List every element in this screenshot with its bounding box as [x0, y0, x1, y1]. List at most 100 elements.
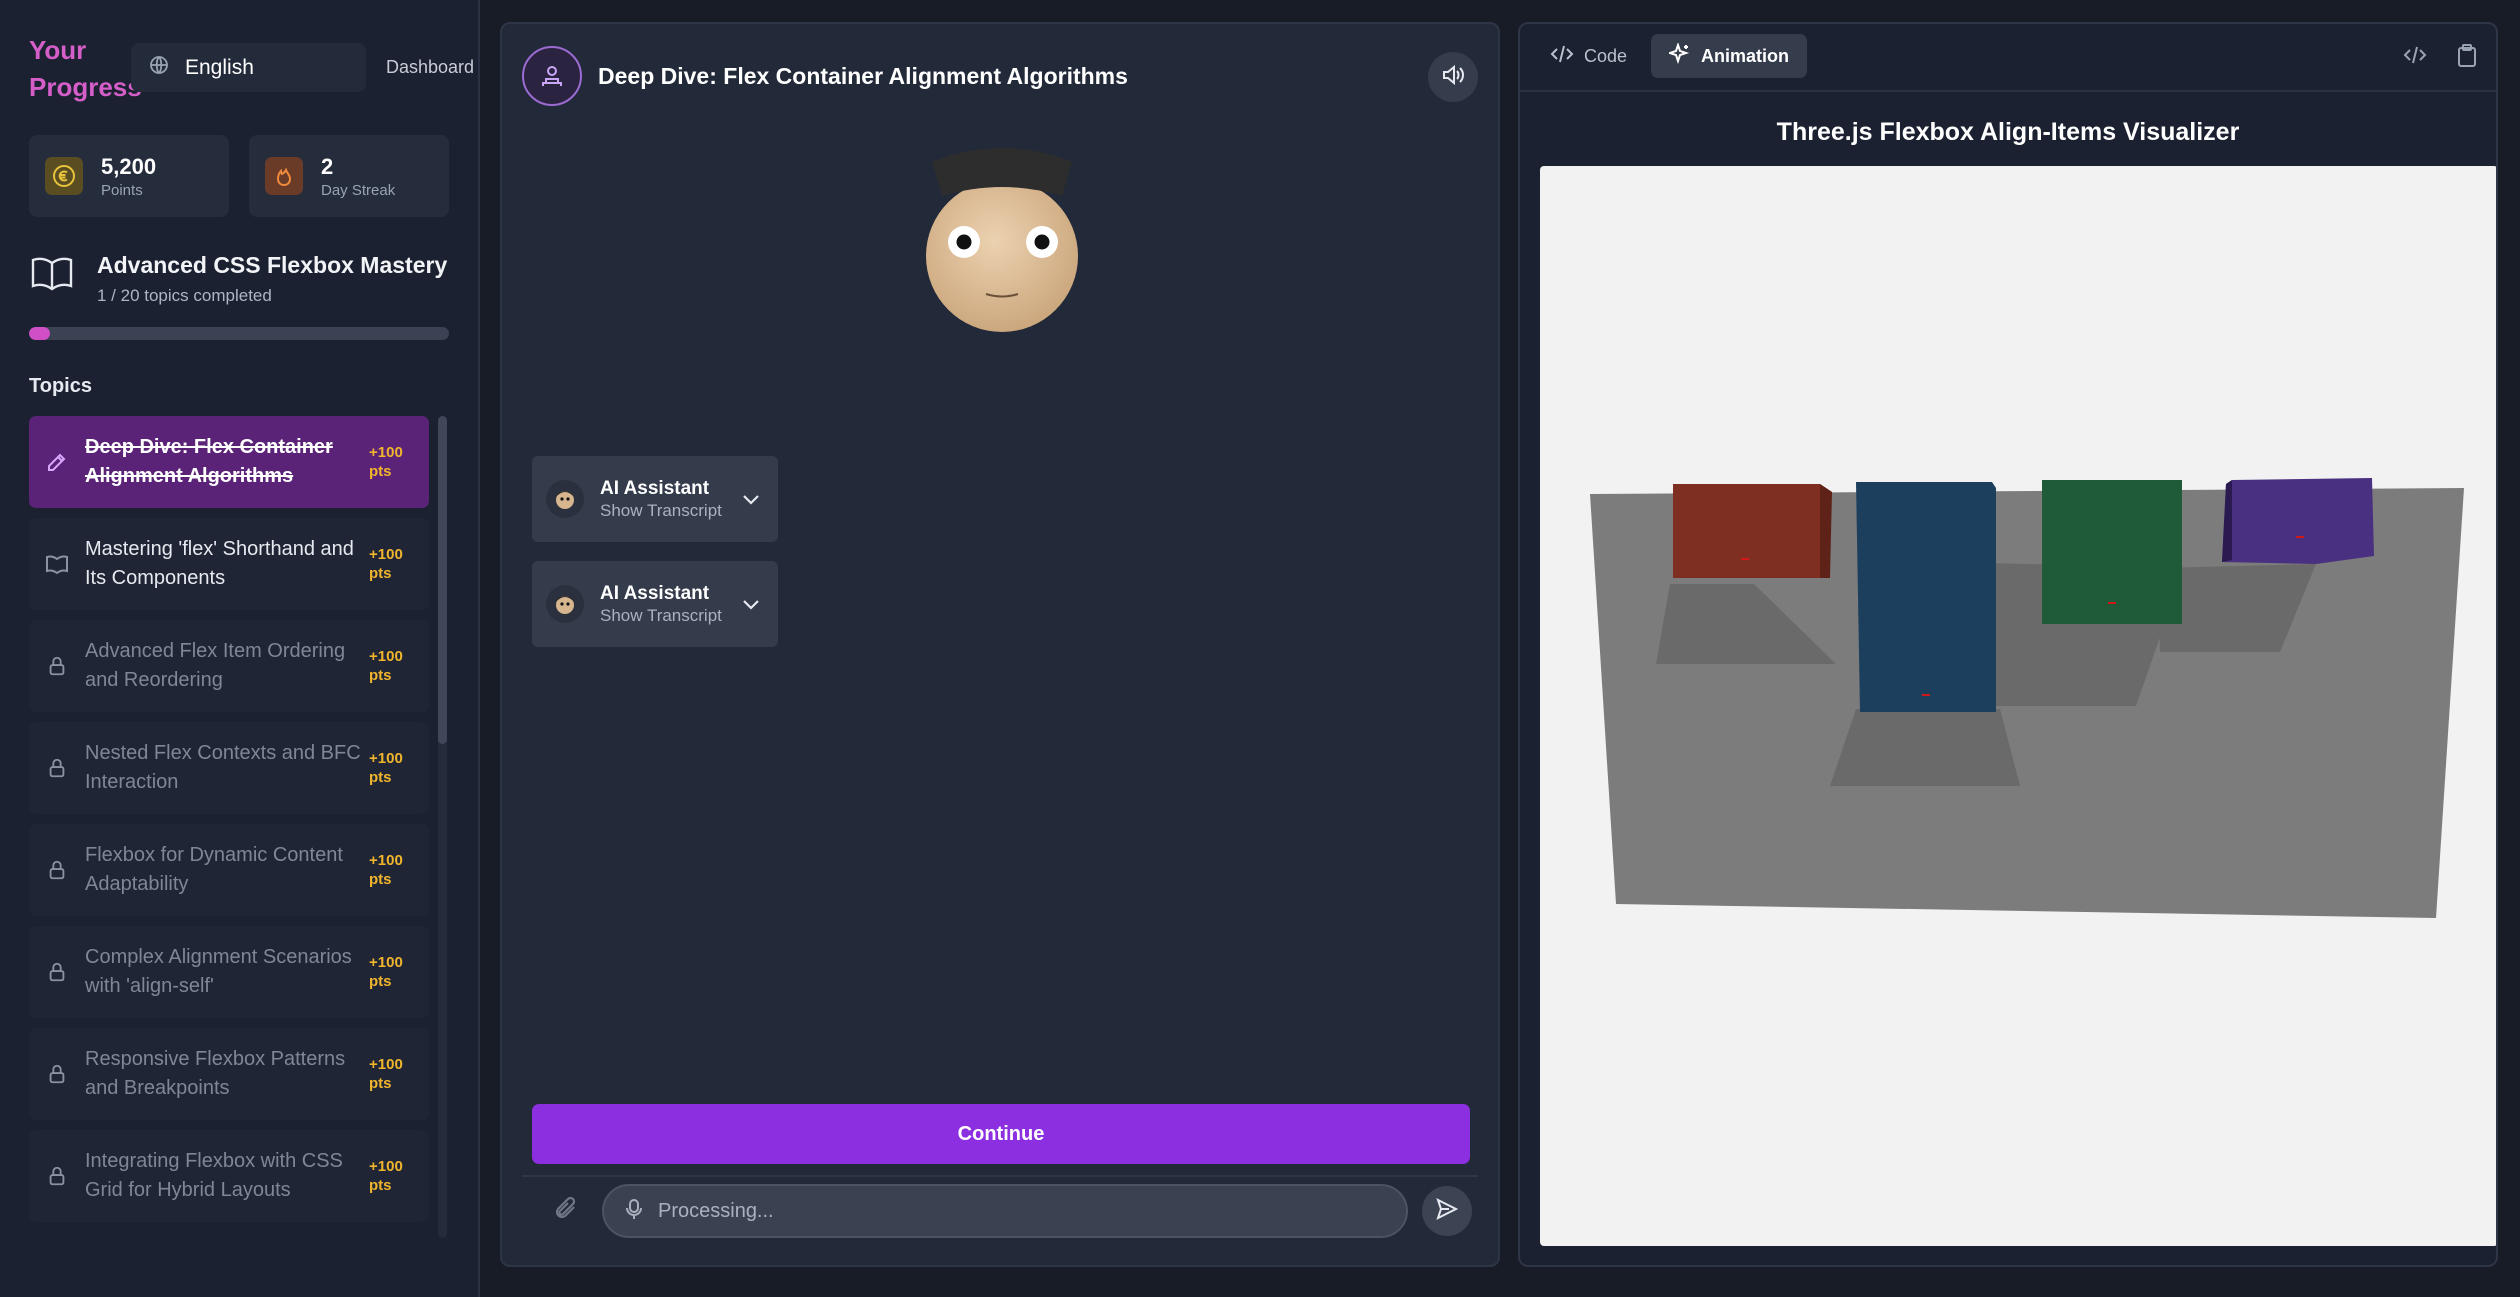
chat-header: Deep Dive: Flex Container Alignment Algo…	[522, 46, 1478, 106]
assistant-message[interactable]: AI Assistant Show Transcript	[532, 456, 778, 542]
tab-animation[interactable]: Animation	[1651, 34, 1808, 78]
lesson-title: Deep Dive: Flex Container Alignment Algo…	[598, 62, 1128, 89]
course-title: Advanced CSS Flexbox Mastery	[97, 252, 448, 278]
lock-icon	[29, 1063, 85, 1085]
points-card: 5,200 Points	[29, 135, 229, 217]
course-summary: Advanced CSS Flexbox Mastery 1 / 20 topi…	[29, 250, 459, 306]
points-label: Points	[101, 181, 143, 199]
topic-label: Advanced Flex Item Ordering and Reorderi…	[85, 640, 346, 691]
show-transcript-link[interactable]: Show Transcript	[600, 501, 722, 521]
lock-icon	[29, 859, 85, 881]
coin-icon	[45, 157, 83, 195]
topic-points: +100 pts	[369, 648, 403, 684]
dashboard-link[interactable]: Dashboard	[386, 57, 474, 78]
send-button[interactable]	[1422, 1186, 1472, 1236]
assistant-avatar-icon	[546, 585, 584, 623]
topic-item[interactable]: Integrating Flexbox with CSS Grid for Hy…	[29, 1130, 429, 1222]
edit-icon	[29, 450, 85, 474]
course-progress-bar	[29, 327, 449, 340]
send-icon	[1435, 1197, 1459, 1226]
topic-label: Nested Flex Contexts and BFC Interaction	[85, 742, 361, 793]
box-marker	[2108, 602, 2116, 604]
topic-points: +100 pts	[369, 1158, 403, 1194]
topic-scrollbar[interactable]	[438, 416, 447, 1238]
language-selector[interactable]: English	[131, 43, 366, 92]
topic-item[interactable]: Deep Dive: Flex Container Alignment Algo…	[29, 416, 429, 508]
topic-item[interactable]: Complex Alignment Scenarios with 'align-…	[29, 926, 429, 1018]
flex-item-box	[1856, 482, 1996, 712]
topic-item[interactable]: Mastering 'flex' Shorthand and Its Compo…	[29, 518, 429, 610]
topic-points: +100 pts	[369, 750, 403, 786]
globe-icon	[147, 53, 171, 83]
points-value: 5,200	[101, 153, 157, 179]
topic-item[interactable]: Nested Flex Contexts and BFC Interaction…	[29, 722, 429, 814]
topic-item[interactable]: Responsive Flexbox Patterns and Breakpoi…	[29, 1028, 429, 1120]
topic-label: Complex Alignment Scenarios with 'align-…	[85, 946, 352, 997]
paperclip-icon[interactable]	[552, 1194, 582, 1229]
clipboard-icon[interactable]	[2456, 44, 2478, 73]
visualizer-panel: Code Animation Three.js Flexbox Align-It…	[1518, 22, 2498, 1267]
flexbox-3d-scene	[1590, 478, 2464, 918]
topic-label: Responsive Flexbox Patterns and Breakpoi…	[85, 1048, 346, 1099]
code-view-icon[interactable]	[2402, 44, 2428, 73]
assistant-message[interactable]: AI Assistant Show Transcript	[532, 561, 778, 647]
sparkle-icon	[1666, 41, 1691, 70]
code-icon	[1550, 44, 1574, 69]
visualizer-title: Three.js Flexbox Align-Items Visualizer	[1776, 118, 2240, 146]
topic-points: +100 pts	[369, 852, 403, 888]
message-sender: AI Assistant	[600, 478, 710, 499]
brand-title: Your Progress	[29, 35, 142, 102]
topic-label: Flexbox for Dynamic Content Adaptability	[85, 844, 343, 895]
show-transcript-link[interactable]: Show Transcript	[600, 606, 722, 626]
streak-value: 2	[321, 153, 334, 179]
progress-sidebar: Your Progress English Dashboard 5,200 Po…	[0, 0, 480, 1297]
topic-scroll-thumb[interactable]	[438, 416, 447, 744]
continue-button[interactable]: Continue	[532, 1104, 1470, 1164]
microphone-icon[interactable]	[624, 1198, 644, 1225]
lock-icon	[29, 1165, 85, 1187]
lock-icon	[29, 961, 85, 983]
open-book-icon	[29, 250, 75, 306]
topics-heading: Topics	[29, 375, 92, 397]
tab-animation-label: Animation	[1701, 45, 1790, 66]
flex-item-box	[2222, 478, 2374, 564]
book-icon	[29, 552, 85, 576]
language-label: English	[185, 55, 254, 79]
box-shadow	[1830, 709, 2020, 786]
flame-icon	[265, 157, 303, 195]
teacher-avatar-icon	[522, 46, 582, 106]
course-progress-text: 1 / 20 topics completed	[97, 286, 272, 305]
topic-points: +100 pts	[369, 954, 403, 990]
viz-toolbar	[2402, 44, 2478, 73]
tab-code[interactable]: Code	[1532, 34, 1645, 78]
message-input-container[interactable]	[602, 1184, 1408, 1238]
topic-item[interactable]: Flexbox for Dynamic Content Adaptability…	[29, 824, 429, 916]
viz-header-divider	[1520, 90, 2496, 92]
streak-label: Day Streak	[321, 181, 396, 199]
audio-toggle-button[interactable]	[1428, 52, 1478, 102]
threejs-canvas[interactable]	[1540, 166, 2496, 1246]
message-input[interactable]	[658, 1199, 1358, 1223]
flex-item-box	[1673, 484, 1832, 578]
lesson-chat-panel: Deep Dive: Flex Container Alignment Algo…	[500, 22, 1500, 1267]
tab-code-label: Code	[1584, 45, 1628, 66]
lock-icon	[29, 757, 85, 779]
lock-icon	[29, 655, 85, 677]
chevron-down-icon[interactable]	[740, 593, 762, 620]
ai-tutor-avatar	[922, 144, 1082, 344]
topic-label: Mastering 'flex' Shorthand and Its Compo…	[85, 538, 354, 589]
course-progress-fill	[29, 327, 50, 340]
box-marker	[1741, 558, 1749, 560]
chevron-down-icon[interactable]	[740, 488, 762, 515]
flex-item-box-side	[1820, 484, 1832, 578]
topic-label: Integrating Flexbox with CSS Grid for Hy…	[85, 1150, 343, 1201]
box-marker	[2296, 536, 2304, 538]
topic-label: Deep Dive: Flex Container Alignment Algo…	[85, 436, 333, 487]
topic-points: +100 pts	[369, 444, 403, 480]
topic-item[interactable]: Advanced Flex Item Ordering and Reorderi…	[29, 620, 429, 712]
streak-card: 2 Day Streak	[249, 135, 449, 217]
speaker-icon	[1440, 62, 1466, 93]
message-sender: AI Assistant	[600, 583, 710, 604]
viz-tabs: Code Animation	[1532, 34, 1808, 78]
topic-list: Deep Dive: Flex Container Alignment Algo…	[29, 416, 429, 1236]
